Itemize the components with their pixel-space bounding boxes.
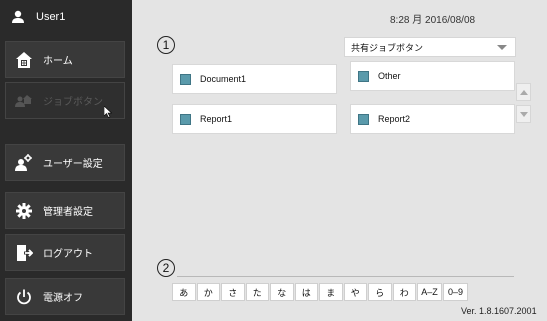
kana-filter-key[interactable]: さ [221, 283, 245, 301]
job-category-dropdown[interactable]: 共有ジョブボタン [344, 37, 516, 57]
sidebar-item-label: 管理者設定 [43, 207, 93, 218]
job-button-label: Report1 [200, 114, 233, 124]
chevron-down-icon [497, 45, 507, 50]
scroll-up-button[interactable] [516, 83, 531, 101]
job-color-icon [180, 73, 191, 85]
sidebar-item-home[interactable]: ホーム [5, 41, 125, 78]
job-button-icon [15, 92, 33, 110]
job-button-report1[interactable]: Report1 [172, 104, 337, 134]
kana-filter-key[interactable]: ま [319, 283, 343, 301]
user-name: User1 [36, 11, 66, 23]
power-icon [15, 288, 33, 306]
kana-filter-key-alpha[interactable]: A–Z [417, 283, 442, 301]
job-button-label: Document1 [200, 74, 247, 84]
kana-filter-key[interactable]: あ [172, 283, 196, 301]
home-icon [15, 51, 33, 69]
job-button-label: Other [378, 71, 401, 81]
job-button-document1[interactable]: Document1 [172, 64, 337, 94]
sidebar-item-admin-settings[interactable]: 管理者設定 [5, 192, 125, 229]
kana-filter-key-digits[interactable]: 0–9 [443, 283, 468, 301]
job-color-icon [358, 113, 369, 125]
arrow-up-icon [519, 89, 528, 95]
job-button-label: Report2 [378, 114, 411, 124]
scroll-down-button[interactable] [516, 105, 531, 123]
dropdown-selected-value: 共有ジョブボタン [351, 43, 424, 54]
user-settings-icon [15, 153, 33, 172]
job-color-icon [358, 70, 369, 82]
user-info: User1 [0, 0, 132, 34]
user-icon [10, 9, 26, 25]
sidebar: User1 ホーム ジョブボタン ユーザー設定 管理者設定 ログアウト 電源オフ [0, 0, 132, 321]
sidebar-item-user-settings[interactable]: ユーザー設定 [5, 144, 125, 181]
arrow-down-icon [519, 111, 528, 117]
job-color-icon [180, 113, 191, 125]
job-button-other[interactable]: Other [350, 61, 515, 91]
kana-filter-bar: あ か さ た な は ま や ら わ A–Z 0–9 [172, 283, 469, 301]
kana-filter-key[interactable]: や [343, 283, 367, 301]
sidebar-item-label: ユーザー設定 [43, 159, 103, 170]
gear-icon [15, 202, 33, 220]
marker-2: 2 [157, 259, 175, 277]
sidebar-item-power-off[interactable]: 電源オフ [5, 278, 125, 315]
kana-filter-key[interactable]: ら [368, 283, 392, 301]
sidebar-item-logout[interactable]: ログアウト [5, 234, 125, 271]
kana-filter-key[interactable]: た [245, 283, 269, 301]
kana-filter-key[interactable]: な [270, 283, 294, 301]
mouse-pointer-icon [103, 103, 113, 122]
sidebar-item-label: 電源オフ [43, 293, 83, 304]
kana-filter-key[interactable]: わ [392, 283, 416, 301]
sidebar-item-label: ジョブボタン [43, 97, 103, 108]
kana-filter-key[interactable]: か [196, 283, 220, 301]
sidebar-item-label: ホーム [43, 56, 73, 67]
divider [177, 276, 514, 277]
marker-1: 1 [157, 36, 175, 54]
sidebar-item-label: ログアウト [43, 249, 93, 260]
version-label: Ver. 1.8.1607.2001 [461, 306, 537, 316]
logout-icon [15, 244, 33, 262]
datetime: 8:28 月 2016/08/08 [390, 15, 476, 26]
kana-filter-key[interactable]: は [294, 283, 318, 301]
job-button-report2[interactable]: Report2 [350, 104, 515, 134]
